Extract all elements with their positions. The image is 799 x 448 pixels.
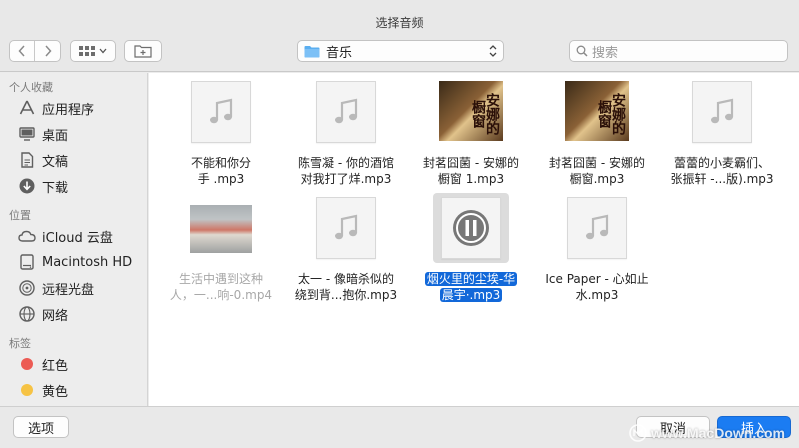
forward-button[interactable] <box>35 41 60 61</box>
music-note-icon <box>335 214 358 240</box>
chevron-right-icon <box>44 45 52 57</box>
sidebar-item-label: 远程光盘 <box>42 282 95 298</box>
search-icon <box>576 45 588 57</box>
file-item-selected[interactable]: 烟火里的尘埃-华 晨宇·.mp3 <box>408 193 534 303</box>
window-title: 选择音频 <box>375 16 424 30</box>
file-item[interactable]: 陈雪凝 - 你的酒馆 对我打了烊.mp3 <box>283 81 409 187</box>
sidebar-item-tag-red[interactable]: 红色 <box>0 351 147 377</box>
sidebar-item-label: 下载 <box>42 180 69 196</box>
sidebar-item-label: 黄色 <box>42 384 69 400</box>
file-name: 生活中遇到这种 人，一...响-0.mp4 <box>169 272 273 302</box>
sidebar-item-label: 文稿 <box>42 154 69 170</box>
music-note-icon <box>335 98 358 124</box>
file-name: 太一 - 像暗杀似的 绕到背...抱你.mp3 <box>294 272 398 302</box>
network-icon <box>18 305 36 323</box>
audio-file-icon <box>441 197 501 259</box>
sidebar-item-icloud[interactable]: iCloud 云盘 <box>0 223 147 249</box>
sidebar-item-documents[interactable]: 文稿 <box>0 147 147 173</box>
audio-file-icon <box>567 197 627 259</box>
bottom-bar: 选项 取消 插入 www.MacDown.com <box>0 406 799 448</box>
audio-file-icon <box>316 81 376 143</box>
pause-icon <box>453 210 489 246</box>
sidebar-item-macintosh-hd[interactable]: Macintosh HD <box>0 249 147 275</box>
audio-file-icon <box>692 81 752 143</box>
sidebar-section-favorites: 个人收藏 <box>9 81 53 94</box>
search-placeholder: 搜索 <box>592 45 619 61</box>
file-item[interactable]: 蕾蕾的小麦霸们、 张振轩 -...版).mp3 <box>659 81 785 187</box>
file-name: 不能和你分手 .mp3 <box>190 156 251 186</box>
disc-icon <box>18 279 36 297</box>
sidebar-item-label: 桌面 <box>42 128 69 144</box>
file-name: 封茗囧菌 - 安娜的 橱窗.mp3 <box>549 156 645 186</box>
back-button[interactable] <box>10 41 35 61</box>
sidebar-section-locations: 位置 <box>9 209 31 222</box>
sidebar-item-label: 应用程序 <box>42 102 95 118</box>
sidebar-item-network[interactable]: 网络 <box>0 301 147 327</box>
file-item[interactable]: 安娜的橱窗 封茗囧菌 - 安娜的 橱窗 1.mp3 <box>408 81 534 187</box>
macdown-logo-icon <box>629 424 647 442</box>
audio-file-icon <box>316 197 376 259</box>
file-item[interactable]: 安娜的橱窗 封茗囧菌 - 安娜的 橱窗.mp3 <box>534 81 660 187</box>
location-popup[interactable]: 音乐 <box>297 40 504 62</box>
file-name: 陈雪凝 - 你的酒馆 对我打了烊.mp3 <box>298 156 394 186</box>
file-name: 封茗囧菌 - 安娜的 橱窗 1.mp3 <box>423 156 519 186</box>
file-item[interactable]: 不能和你分手 .mp3 <box>158 81 284 187</box>
new-folder-icon <box>134 45 152 58</box>
selection-highlight <box>433 193 509 263</box>
search-field[interactable]: 搜索 <box>569 40 788 62</box>
sidebar-item-remote-disc[interactable]: 远程光盘 <box>0 275 147 301</box>
file-item[interactable]: Ice Paper - 心如止 水.mp3 <box>534 197 660 303</box>
sidebar-item-desktop[interactable]: 桌面 <box>0 121 147 147</box>
new-folder-button[interactable] <box>124 40 162 62</box>
album-art-thumbnail: 安娜的橱窗 <box>565 81 629 141</box>
documents-icon <box>18 151 36 169</box>
sidebar-item-label: 网络 <box>42 308 69 324</box>
file-item[interactable]: 太一 - 像暗杀似的 绕到背...抱你.mp3 <box>283 197 409 303</box>
file-name: 烟火里的尘埃-华 晨宇·.mp3 <box>424 272 518 302</box>
sidebar-item-label: iCloud 云盘 <box>42 230 113 246</box>
icloud-icon <box>18 227 36 245</box>
applications-icon <box>18 99 36 117</box>
downloads-icon <box>18 177 36 195</box>
view-mode-button[interactable] <box>70 40 116 62</box>
desktop-icon <box>18 125 36 143</box>
sidebar-item-label: 红色 <box>42 358 69 374</box>
grid-icon <box>79 46 95 56</box>
yellow-tag-icon <box>18 381 36 399</box>
updown-arrows-icon <box>489 45 497 57</box>
chevron-left-icon <box>18 45 25 57</box>
sidebar-item-tag-yellow[interactable]: 黄色 <box>0 377 147 403</box>
file-item[interactable]: 生活中遇到这种 人，一...响-0.mp4 <box>158 197 284 303</box>
sidebar-item-label: Macintosh HD <box>42 254 133 270</box>
sidebar-item-applications[interactable]: 应用程序 <box>0 95 147 121</box>
sidebar-section-tags: 标签 <box>9 337 31 350</box>
audio-file-icon <box>191 81 251 143</box>
harddisk-icon <box>18 253 36 271</box>
navigation-buttons <box>9 40 61 62</box>
music-note-icon <box>711 98 734 124</box>
options-button[interactable]: 选项 <box>13 416 69 438</box>
file-name: Ice Paper - 心如止 水.mp3 <box>545 272 649 302</box>
file-browser: 不能和你分手 .mp3 陈雪凝 - 你的酒馆 对我打了烊.mp3 安娜的橱窗 封茗… <box>149 73 799 406</box>
album-art-text: 安娜的橱窗 <box>596 93 626 135</box>
folder-icon <box>304 45 320 57</box>
location-label: 音乐 <box>326 45 353 61</box>
music-note-icon <box>210 98 233 124</box>
music-note-icon <box>586 214 609 240</box>
sidebar: 个人收藏 应用程序 桌面 文稿 下载 位置 iCloud 云盘 Macintos… <box>0 73 148 406</box>
watermark: www.MacDown.com <box>629 424 785 442</box>
file-name: 蕾蕾的小麦霸们、 张振轩 -...版).mp3 <box>670 156 774 186</box>
video-thumbnail <box>190 205 252 253</box>
red-tag-icon <box>18 355 36 373</box>
album-art-text: 安娜的橱窗 <box>470 93 500 135</box>
sidebar-item-downloads[interactable]: 下载 <box>0 173 147 199</box>
album-art-thumbnail: 安娜的橱窗 <box>439 81 503 141</box>
chevron-down-icon <box>99 48 107 54</box>
toolbar: 选择音频 音乐 搜索 <box>0 0 799 72</box>
